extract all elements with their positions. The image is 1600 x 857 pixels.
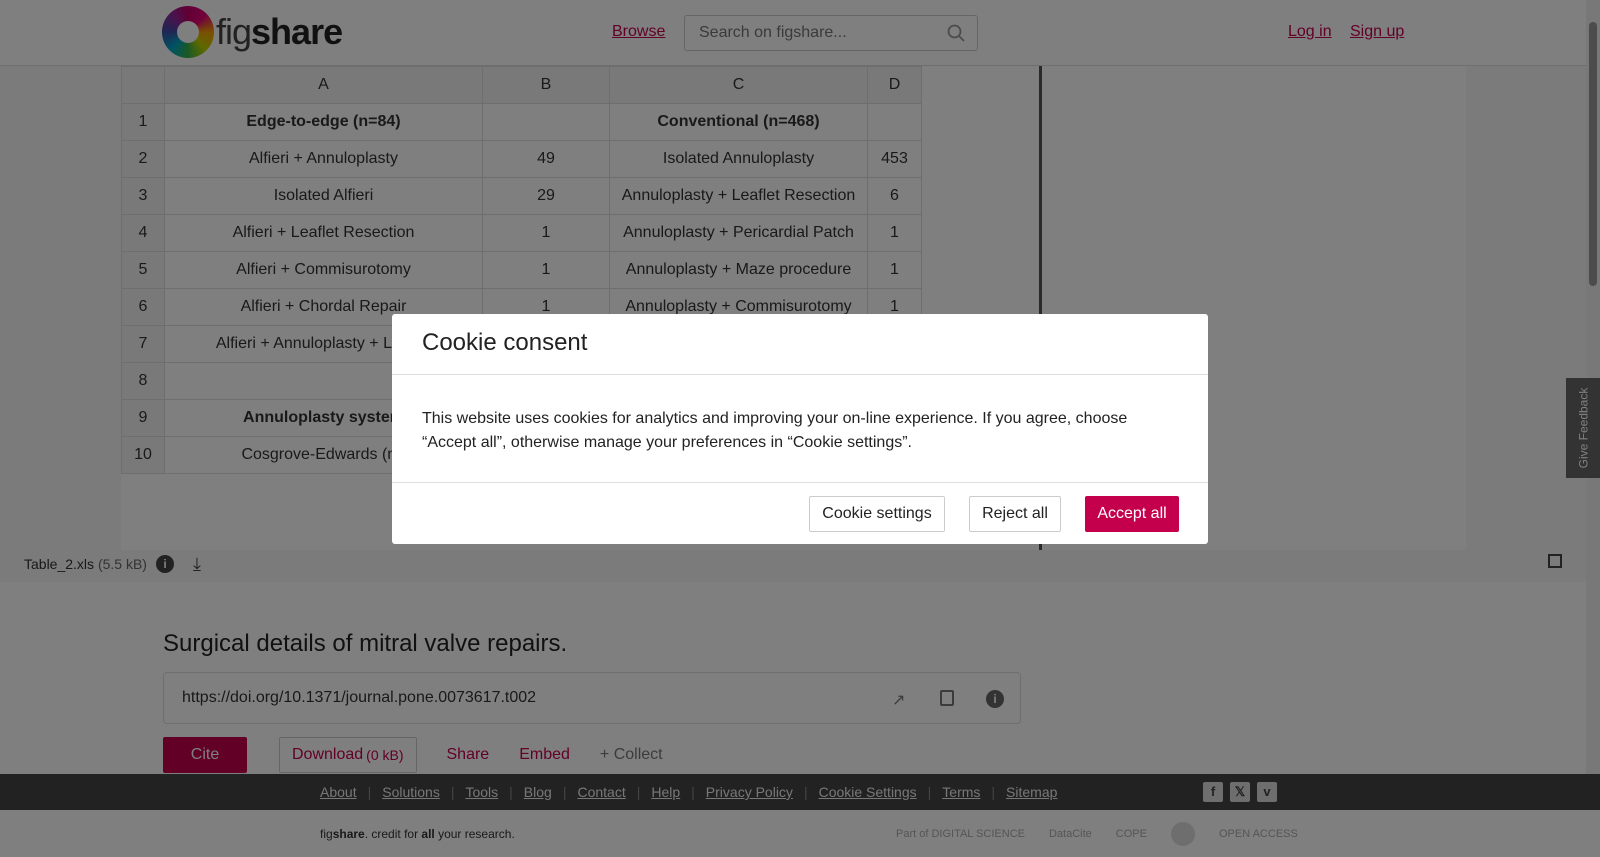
cookie-settings-button[interactable]: Cookie settings bbox=[809, 496, 945, 532]
cookie-dialog-body: This website uses cookies for analytics … bbox=[392, 375, 1208, 483]
reject-all-button[interactable]: Reject all bbox=[969, 496, 1061, 532]
cookie-dialog-title: Cookie consent bbox=[422, 329, 588, 356]
cookie-consent-dialog: Cookie consent This website uses cookies… bbox=[392, 314, 1208, 544]
accept-all-button[interactable]: Accept all bbox=[1085, 496, 1179, 532]
